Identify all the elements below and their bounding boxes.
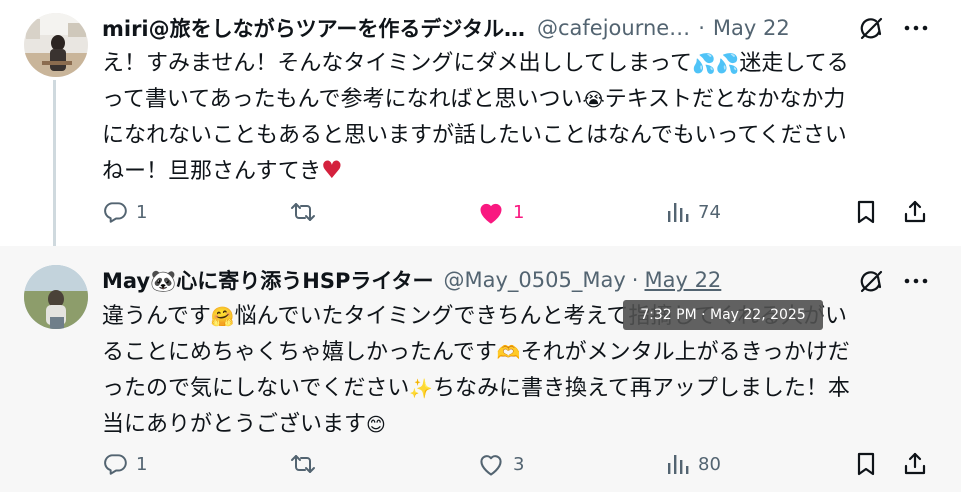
sparkles-emoji: ✨: [409, 378, 434, 400]
bookmark-icon: [854, 451, 878, 477]
text-segment: になれないこともあると思いますが話したいことはなんでもいってください: [102, 123, 847, 148]
text-line: ねー！旦那さんすてき♥: [102, 154, 932, 190]
tweet-text: え！すみません！そんなタイミングにダメ出ししてしまって💦💦迷走してる って書いて…: [102, 46, 932, 190]
tweet-date[interactable]: May 22: [644, 268, 721, 292]
views-button[interactable]: 74: [666, 196, 721, 228]
grok-icon[interactable]: [858, 268, 884, 294]
share-button[interactable]: [902, 196, 928, 228]
like-icon: [477, 199, 505, 225]
reply-count: 1: [136, 453, 148, 475]
action-bar: 1 1 74: [102, 196, 932, 228]
retweet-icon: [288, 199, 318, 225]
more-icon[interactable]: [903, 15, 929, 41]
bookmark-button[interactable]: [854, 196, 878, 228]
more-icon[interactable]: [903, 268, 929, 294]
handle[interactable]: @May_0505_May: [444, 268, 626, 292]
text-segment: それがメンタル上がるきっかけだ: [520, 340, 850, 365]
views-icon: [666, 199, 690, 225]
reply-button[interactable]: 1: [102, 448, 147, 480]
retweet-icon: [288, 451, 318, 477]
sweat-emoji: 💦💦: [692, 53, 740, 75]
action-bar: 1 3 80: [102, 448, 932, 480]
heart-hands-emoji: 🫶: [496, 342, 521, 364]
text-segment: 違うんです: [102, 304, 211, 329]
retweet-button[interactable]: [288, 196, 318, 228]
text-line: ることにめちゃくちゃ嬉しかったんです🫶それがメンタル上がるきっかけだ: [102, 335, 932, 371]
text-segment: 当にありがとうございます: [102, 412, 367, 437]
grok-icon[interactable]: [858, 15, 884, 41]
reply-icon: [102, 451, 128, 477]
avatar-may[interactable]: [24, 265, 88, 329]
text-line: になれないこともあると思いますが話したいことはなんでもいってください: [102, 118, 932, 154]
heart-emoji: ♥: [321, 156, 343, 184]
share-icon: [902, 451, 928, 477]
text-segment: って書いてあったもんで参考になればと思いつい: [102, 87, 583, 112]
tweet-header: May🐼心に寄り添うHSPライター @May_0505_May · May 22: [102, 265, 721, 295]
smiling-emoji: 😊: [366, 414, 386, 436]
like-count: 1: [513, 201, 525, 223]
views-button[interactable]: 80: [666, 448, 721, 480]
retweet-button[interactable]: [288, 448, 318, 480]
bookmark-icon: [854, 199, 878, 225]
text-line: 当にありがとうございます😊: [102, 407, 932, 443]
text-segment: テキストだとなかなか力: [604, 87, 846, 112]
like-button[interactable]: 3: [477, 448, 524, 480]
separator-dot: ·: [631, 268, 639, 292]
like-count: 3: [513, 453, 525, 475]
display-name[interactable]: miri@旅をしながらツアーを作るデジタル…: [102, 13, 525, 43]
text-segment: え！すみません！そんなタイミングにダメ出ししてしまって: [102, 51, 693, 76]
tweet-header: miri@旅をしながらツアーを作るデジタル… @cafejourne… · Ma…: [102, 13, 790, 43]
text-segment: ったので気にしないでください: [102, 376, 410, 401]
text-segment: 迷走してる: [739, 51, 849, 76]
thread-line: [53, 80, 56, 246]
share-icon: [902, 199, 928, 225]
reply-icon: [102, 199, 128, 225]
text-line: ったので気にしないでください✨ちなみに書き換えて再アップしました！本: [102, 371, 932, 407]
views-count: 74: [698, 201, 721, 223]
avatar-miri[interactable]: [24, 13, 88, 77]
reply-count: 1: [136, 201, 148, 223]
text-segment: ちなみに書き換えて再アップしました！本: [433, 376, 850, 401]
views-count: 80: [698, 453, 721, 475]
reply-button[interactable]: 1: [102, 196, 147, 228]
text-segment: ることにめちゃくちゃ嬉しかったんです: [102, 340, 497, 365]
crying-emoji: 😭: [582, 89, 605, 111]
text-segment: ねー！旦那さんすてき: [102, 159, 322, 184]
hugging-emoji: 🤗: [210, 306, 235, 328]
views-icon: [666, 451, 690, 477]
date-tooltip: 7:32 PM · May 22, 2025: [623, 300, 823, 330]
like-icon: [477, 451, 505, 477]
tweet-date[interactable]: May 22: [713, 16, 790, 40]
bookmark-button[interactable]: [854, 448, 878, 480]
handle[interactable]: @cafejourne…: [537, 16, 690, 40]
text-line: って書いてあったもんで参考になればと思いつい😭テキストだとなかなか力: [102, 82, 932, 118]
share-button[interactable]: [902, 448, 928, 480]
text-line: え！すみません！そんなタイミングにダメ出ししてしまって💦💦迷走してる: [102, 46, 932, 82]
like-button[interactable]: 1: [477, 196, 524, 228]
display-name[interactable]: May🐼心に寄り添うHSPライター: [102, 265, 434, 295]
separator-dot: ·: [698, 16, 705, 40]
